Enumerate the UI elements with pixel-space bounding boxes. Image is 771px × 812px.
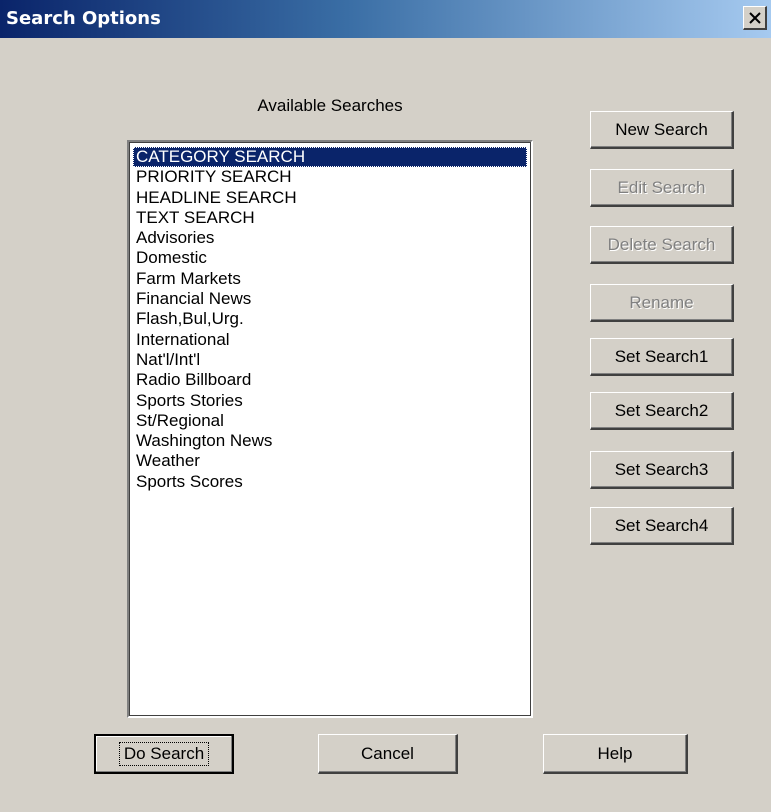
cancel-button[interactable]: Cancel xyxy=(318,734,458,774)
list-item[interactable]: Farm Markets xyxy=(133,269,527,289)
rename-button[interactable]: Rename xyxy=(590,284,734,322)
set-search4-button[interactable]: Set Search4 xyxy=(590,507,734,545)
listbox-items: CATEGORY SEARCH PRIORITY SEARCH HEADLINE S… xyxy=(133,147,527,492)
window-title: Search Options xyxy=(6,8,161,29)
edit-search-button[interactable]: Edit Search xyxy=(590,169,734,207)
list-item[interactable]: Flash,Bul,Urg. xyxy=(133,309,527,329)
list-item[interactable]: Advisories xyxy=(133,228,527,248)
list-item[interactable]: International xyxy=(133,330,527,350)
new-search-button[interactable]: New Search xyxy=(590,111,734,149)
available-searches-listbox[interactable]: CATEGORY SEARCH PRIORITY SEARCH HEADLINE S… xyxy=(127,140,533,718)
do-search-label: Do Search xyxy=(118,742,210,766)
do-search-button[interactable]: Do Search xyxy=(94,734,234,774)
list-item[interactable]: Domestic xyxy=(133,248,527,268)
close-button[interactable] xyxy=(743,6,767,30)
title-bar[interactable]: Search Options xyxy=(0,0,771,38)
set-search2-button[interactable]: Set Search2 xyxy=(590,392,734,430)
list-item[interactable]: Washington News xyxy=(133,431,527,451)
list-item[interactable]: Sports Scores xyxy=(133,472,527,492)
list-item[interactable]: Sports Stories xyxy=(133,391,527,411)
set-search3-button[interactable]: Set Search3 xyxy=(590,451,734,489)
list-item[interactable]: Financial News xyxy=(133,289,527,309)
set-search1-button[interactable]: Set Search1 xyxy=(590,338,734,376)
list-item[interactable]: Nat'l/Int'l xyxy=(133,350,527,370)
search-options-dialog: Search Options Available Searches CATEGO… xyxy=(0,0,771,812)
list-item[interactable]: TEXT SEARCH xyxy=(133,208,527,228)
list-item[interactable]: HEADLINE SEARCH xyxy=(133,188,527,208)
help-button[interactable]: Help xyxy=(543,734,688,774)
list-item[interactable]: Weather xyxy=(133,451,527,471)
list-item[interactable]: St/Regional xyxy=(133,411,527,431)
list-item[interactable]: Radio Billboard xyxy=(133,370,527,390)
available-searches-label: Available Searches xyxy=(257,96,403,115)
close-icon xyxy=(748,11,761,24)
delete-search-button[interactable]: Delete Search xyxy=(590,226,734,264)
list-item[interactable]: PRIORITY SEARCH xyxy=(133,167,527,187)
list-item[interactable]: CATEGORY SEARCH xyxy=(133,147,527,168)
